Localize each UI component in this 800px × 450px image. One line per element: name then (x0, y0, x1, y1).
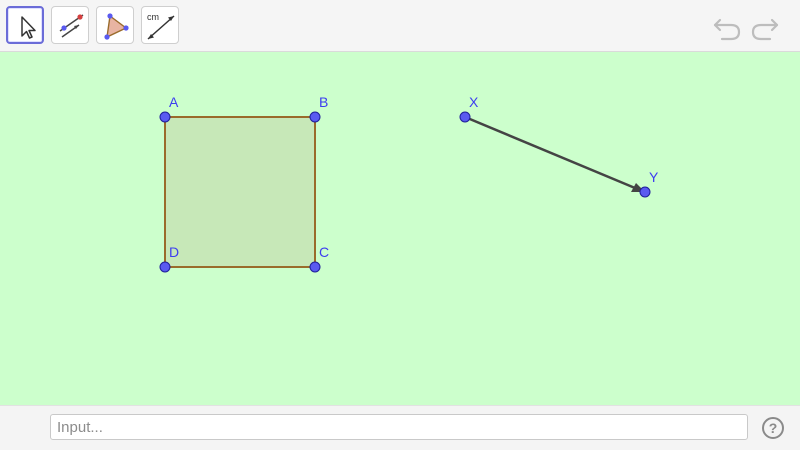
geogebra-app: cm A B C D X Y Input... ? (0, 0, 800, 450)
distance-unit-label: cm (147, 12, 159, 22)
vector-xy[interactable] (464, 115, 636, 190)
polygon-icon (104, 13, 129, 40)
graphics-view[interactable]: A B C D X Y (0, 52, 800, 405)
square-polygon-abcd[interactable] (164, 116, 316, 268)
help-icon[interactable]: ? (762, 417, 784, 439)
point-d[interactable] (159, 261, 171, 273)
line-through-points-icon (59, 14, 84, 38)
distance-length-icon: cm (147, 12, 175, 40)
label-x: X (469, 94, 479, 110)
label-d: D (169, 244, 179, 260)
point-a[interactable] (159, 111, 171, 123)
geometry-canvas[interactable]: A B C D X Y (0, 52, 800, 405)
label-b: B (319, 94, 328, 110)
redo-icon[interactable] (750, 13, 780, 41)
label-a: A (169, 94, 179, 110)
point-y[interactable] (639, 186, 651, 198)
move-tool-button[interactable] (6, 6, 44, 44)
undo-icon[interactable] (712, 13, 742, 41)
label-c: C (319, 244, 329, 260)
input-bar: ? (0, 405, 800, 450)
point-b[interactable] (309, 111, 321, 123)
line-tool-button[interactable] (51, 6, 89, 44)
input-field[interactable] (50, 414, 748, 440)
point-c[interactable] (309, 261, 321, 273)
move-arrow-icon (21, 16, 36, 39)
point-x[interactable] (459, 111, 471, 123)
label-y: Y (649, 169, 659, 185)
toolbar: cm (0, 0, 800, 52)
polygon-tool-button[interactable] (96, 6, 134, 44)
distance-tool-button[interactable]: cm (141, 6, 179, 44)
